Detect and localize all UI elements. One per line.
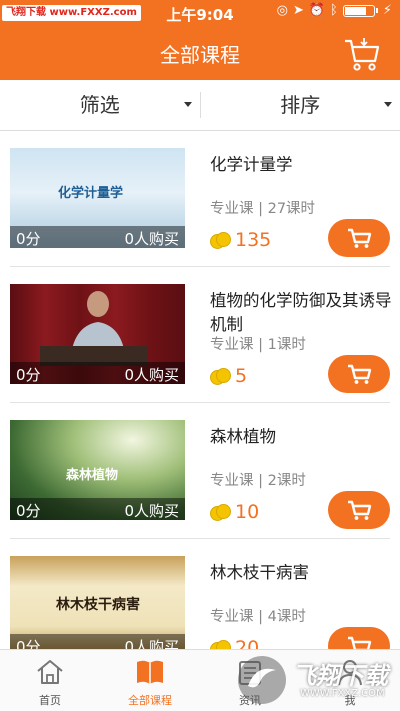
caret-down-icon [184, 102, 192, 107]
course-list[interactable]: 化学计量学 0分 0人购买 化学计量学 专业课 | 27课时 135 [0, 131, 400, 649]
add-to-cart-button[interactable] [328, 219, 390, 257]
brand-watermark: 飞翔下载 WWW.FXXZ.COM [230, 650, 400, 710]
course-item[interactable]: 0分 0人购买 植物的化学防御及其诱导机制 专业课 | 1课时 5 [0, 267, 400, 403]
tab-home-label: 首页 [0, 692, 100, 708]
thumbnail-stats: 0分 0人购买 [10, 362, 185, 384]
charging-icon: ⚡ [383, 3, 392, 18]
location-icon: ➤ [293, 3, 304, 18]
filter-label: 筛选 [80, 93, 120, 117]
coin-icon [210, 504, 232, 520]
brand-watermark-url: WWW.FXXZ.COM [300, 688, 385, 699]
price-value: 5 [235, 365, 247, 387]
brand-watermark-text: 飞翔下载 [292, 656, 388, 691]
course-item[interactable]: 林木枝干病害 0分 0人购买 林木枝干病害 专业课 | 4课时 20 [0, 539, 400, 649]
course-buyers: 0人购买 [124, 636, 179, 649]
battery-tip [376, 8, 378, 13]
add-to-cart-button[interactable] [328, 355, 390, 393]
course-thumbnail[interactable]: 化学计量学 0分 0人购买 [10, 148, 185, 248]
bluetooth-icon: ᛒ [330, 3, 338, 18]
thumbnail-stats: 0分 0人购买 [10, 226, 185, 248]
course-meta: 专业课 | 1课时 [210, 333, 306, 354]
course-buyers: 0人购买 [124, 364, 179, 384]
course-item[interactable]: 化学计量学 0分 0人购买 化学计量学 专业课 | 27课时 135 [0, 131, 400, 267]
filter-bar: 筛选 排序 [0, 80, 400, 131]
home-icon [34, 656, 66, 688]
course-title[interactable]: 化学计量学 [210, 153, 392, 177]
brand-logo-icon [234, 652, 290, 708]
coin-icon [210, 232, 232, 248]
sort-label: 排序 [280, 93, 320, 117]
add-to-cart-button[interactable] [328, 627, 390, 649]
tab-all-courses-label: 全部课程 [100, 692, 200, 708]
thumbnail-stats: 0分 0人购买 [10, 498, 185, 520]
course-buyers: 0人购买 [124, 500, 179, 520]
course-price: 10 [210, 501, 259, 523]
course-score: 0分 [16, 364, 41, 384]
thumbnail-stats: 0分 0人购买 [10, 634, 185, 649]
course-title[interactable]: 植物的化学防御及其诱导机制 [210, 289, 392, 337]
caret-down-icon [384, 102, 392, 107]
course-meta: 专业课 | 27课时 [210, 197, 315, 218]
course-thumbnail[interactable]: 森林植物 0分 0人购买 [10, 420, 185, 520]
battery-fill [345, 7, 366, 15]
add-to-cart-button[interactable] [328, 491, 390, 529]
course-buyers: 0人购买 [124, 228, 179, 248]
status-icons: ◎ ➤ ⏰ ᛒ ⚡ [277, 3, 392, 18]
lock-rotation-icon: ◎ [277, 3, 288, 18]
nav-bar: 全部课程 [0, 26, 400, 80]
status-bar: 飞翔下载 www.FXXZ.com 上午9:04 ◎ ➤ ⏰ ᛒ ⚡ [0, 0, 400, 26]
thumbnail-caption: 森林植物 [66, 464, 118, 483]
course-price: 5 [210, 365, 247, 387]
course-thumbnail[interactable]: 林木枝干病害 0分 0人购买 [10, 556, 185, 649]
course-title[interactable]: 林木枝干病害 [210, 561, 392, 585]
course-score: 0分 [16, 636, 41, 649]
alarm-icon: ⏰ [309, 3, 325, 18]
shopping-cart-icon[interactable] [342, 34, 382, 74]
course-meta: 专业课 | 2课时 [210, 469, 306, 490]
filter-dropdown[interactable]: 筛选 [0, 80, 200, 130]
course-score: 0分 [16, 228, 41, 248]
thumbnail-caption: 林木枝干病害 [56, 594, 140, 614]
course-price: 20 [210, 637, 259, 649]
price-value: 10 [235, 501, 259, 523]
course-title[interactable]: 森林植物 [210, 425, 392, 449]
course-price: 135 [210, 229, 271, 251]
tab-home[interactable]: 首页 [0, 650, 100, 711]
coin-icon [210, 368, 232, 384]
course-thumbnail[interactable]: 0分 0人购买 [10, 284, 185, 384]
course-meta: 专业课 | 4课时 [210, 605, 306, 626]
battery-icon [343, 5, 375, 17]
price-value: 20 [235, 637, 259, 649]
course-score: 0分 [16, 500, 41, 520]
page-title: 全部课程 [0, 39, 400, 68]
book-icon [134, 656, 166, 688]
tab-all-courses[interactable]: 全部课程 [100, 650, 200, 711]
course-item[interactable]: 森林植物 0分 0人购买 森林植物 专业课 | 2课时 10 [0, 403, 400, 539]
sort-dropdown[interactable]: 排序 [201, 80, 400, 130]
thumbnail-caption: 化学计量学 [58, 182, 123, 201]
coin-icon [210, 640, 232, 649]
price-value: 135 [235, 229, 271, 251]
